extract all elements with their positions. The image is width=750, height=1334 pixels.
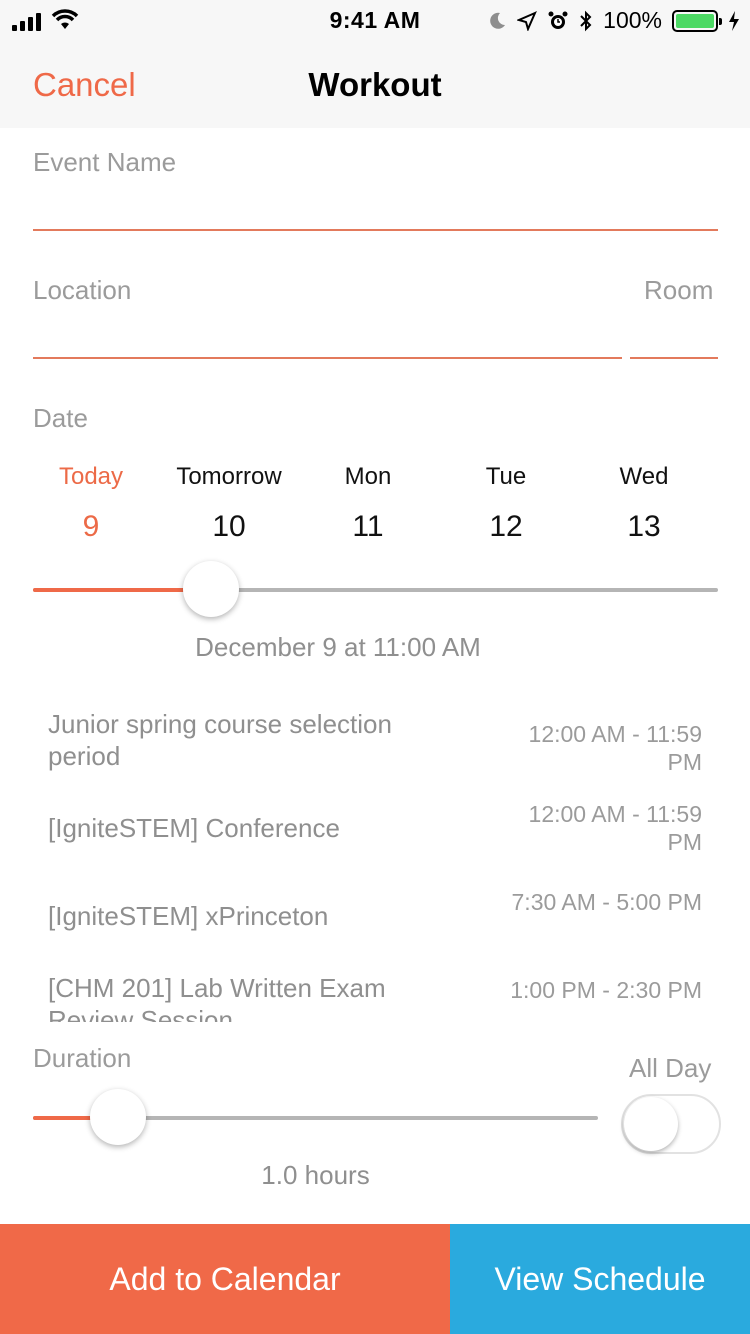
moon-icon [490,12,506,29]
day-name: Mon [344,463,392,490]
event-title: [IgniteSTEM] xPrinceton [48,901,329,931]
event-name-underline [33,229,718,231]
room-label: Room [644,275,714,305]
event-title: [CHM 201] Lab Written Exam Review Sessio… [48,973,386,1022]
battery-percent: 100% [603,7,662,33]
location-underline [33,357,622,359]
day-name: Wed [619,463,669,490]
status-bar: 9:41 AM 100% [0,0,750,40]
all-day-label: All Day [629,1053,712,1083]
duration-slider-handle[interactable] [89,1089,146,1145]
room-underline [630,357,718,359]
alarm-icon [548,11,568,29]
events-list[interactable]: Junior spring course selection period 12… [0,700,750,1022]
event-name-label: Event Name [33,147,177,177]
event-title: [IgniteSTEM] Conference [48,813,340,843]
view-schedule-button[interactable]: View Schedule [450,1224,750,1334]
day-number: 13 [627,510,661,543]
event-title: Junior spring course selection period [48,709,392,771]
date-label: Date [33,403,88,433]
duration-value: 1.0 hours [261,1160,370,1190]
add-to-calendar-button[interactable]: Add to Calendar [0,1224,450,1334]
event-name-input[interactable] [33,185,718,229]
day-tab-1[interactable]: Tomorrow 10 [164,460,294,544]
date-slider-handle[interactable] [183,561,240,617]
battery-icon [672,9,722,32]
day-name: Tue [485,463,527,490]
day-tab-2[interactable]: Mon 11 [303,460,433,544]
all-day-toggle[interactable] [621,1094,721,1154]
event-time: 12:00 AM - 11:59 PM [528,721,702,775]
location-input[interactable] [33,313,622,357]
event-time: 12:00 AM - 11:59 PM [528,801,702,855]
day-number: 11 [352,510,384,543]
event-time: 1:00 PM - 2:30 PM [510,977,702,1003]
day-tab-3[interactable]: Tue 12 [441,460,571,544]
day-name: Tomorrow [176,463,282,490]
bluetooth-icon [580,10,592,31]
event-time: 7:30 AM - 5:00 PM [511,889,702,915]
charging-bolt-icon [729,10,739,31]
location-arrow-icon [517,10,538,31]
nav-bar: Cancel Workout [0,40,750,128]
duration-label: Duration [33,1043,132,1073]
status-right: 100% [487,7,740,34]
day-number: 9 [82,510,100,543]
day-tab-0[interactable]: Today 9 [26,460,156,544]
day-tab-4[interactable]: Wed 13 [579,460,709,544]
day-number: 12 [489,510,523,543]
day-name: Today [58,463,124,490]
selected-datetime: December 9 at 11:00 AM [195,632,481,662]
page-title: Workout [308,66,442,103]
location-label: Location [33,275,132,305]
day-number: 10 [212,510,246,543]
room-input[interactable] [630,313,718,357]
toggle-knob [624,1097,678,1151]
